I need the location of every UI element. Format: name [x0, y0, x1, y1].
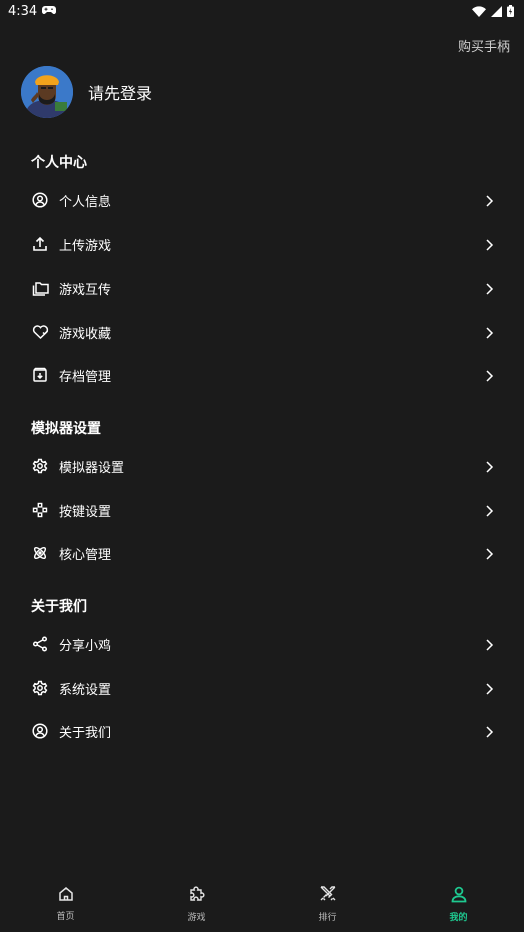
nav-label: 排行	[318, 913, 337, 923]
gamepad-status-icon	[42, 4, 57, 19]
chevron-right-icon	[484, 681, 494, 695]
menu-item-key-settings[interactable]: 按键设置	[0, 488, 524, 532]
chevron-right-icon	[484, 193, 494, 207]
section-title-about-us: 关于我们	[31, 599, 87, 615]
menu-item-label: 按键设置	[59, 504, 112, 520]
chevron-right-icon	[484, 281, 494, 295]
gamepad-keys-icon	[31, 501, 49, 519]
chevron-right-icon	[484, 503, 494, 517]
nav-tab-games[interactable]: 游戏	[157, 885, 237, 923]
status-bar: 4:34	[0, 0, 524, 22]
login-prompt[interactable]: 请先登录	[88, 80, 152, 104]
person-icon	[450, 885, 468, 907]
menu-item-system-settings[interactable]: 系统设置	[0, 666, 524, 710]
user-circle-icon	[31, 722, 49, 740]
menu-item-label: 游戏互传	[59, 282, 112, 298]
menu-item-label: 存档管理	[59, 369, 112, 385]
menu-item-game-transfer[interactable]: 游戏互传	[0, 266, 524, 310]
status-time: 4:34	[8, 3, 38, 19]
menu-item-about-us[interactable]: 关于我们	[0, 709, 524, 753]
chevron-right-icon	[484, 546, 494, 560]
battery-icon	[507, 5, 514, 17]
nav-label: 首页	[56, 912, 75, 922]
menu-item-personal-info[interactable]: 个人信息	[0, 178, 524, 222]
menu-item-game-favorites[interactable]: 游戏收藏	[0, 310, 524, 354]
atom-icon	[31, 544, 49, 562]
profile-header[interactable]: 请先登录	[21, 66, 152, 118]
menu-item-share[interactable]: 分享小鸡	[0, 622, 524, 666]
menu-item-label: 个人信息	[59, 194, 112, 210]
menu-item-label: 系统设置	[59, 682, 112, 698]
gear-icon	[31, 679, 49, 697]
nav-label: 我的	[449, 913, 468, 923]
home-icon	[58, 886, 74, 906]
section-title-emulator-settings: 模拟器设置	[31, 421, 101, 437]
nav-tab-ranking[interactable]: 排行	[288, 885, 368, 923]
menu-item-label: 关于我们	[59, 725, 112, 741]
menu-item-label: 模拟器设置	[59, 460, 125, 476]
menu-item-label: 游戏收藏	[59, 326, 112, 342]
heart-icon	[31, 323, 49, 341]
menu-item-label: 上传游戏	[59, 238, 112, 254]
share-icon	[31, 635, 49, 653]
nav-tab-mine[interactable]: 我的	[419, 885, 499, 923]
section-title-personal-center: 个人中心	[31, 155, 87, 171]
chevron-right-icon	[484, 724, 494, 738]
gear-icon	[31, 457, 49, 475]
bottom-nav: 首页 游戏 排行 我的	[0, 876, 524, 932]
chevron-right-icon	[484, 237, 494, 251]
chevron-right-icon	[484, 637, 494, 651]
chevron-right-icon	[484, 368, 494, 382]
avatar[interactable]	[21, 66, 73, 118]
archive-icon	[31, 366, 49, 384]
swords-icon	[319, 885, 337, 907]
puzzle-icon	[188, 885, 206, 907]
menu-item-label: 核心管理	[59, 547, 112, 563]
menu-item-upload-game[interactable]: 上传游戏	[0, 222, 524, 266]
user-circle-icon	[31, 191, 49, 209]
signal-icon	[491, 5, 502, 17]
nav-label: 游戏	[187, 913, 206, 923]
home-indicator	[50, 928, 524, 932]
menu-item-save-management[interactable]: 存档管理	[0, 353, 524, 397]
folders-icon	[31, 279, 49, 297]
wifi-icon	[472, 5, 486, 17]
upload-icon	[31, 235, 49, 253]
nav-tab-home[interactable]: 首页	[26, 886, 106, 922]
menu-item-emulator-settings[interactable]: 模拟器设置	[0, 444, 524, 488]
menu-item-label: 分享小鸡	[59, 638, 112, 654]
menu-item-core-management[interactable]: 核心管理	[0, 531, 524, 575]
buy-controller-link[interactable]: 购买手柄	[458, 36, 510, 55]
chevron-right-icon	[484, 459, 494, 473]
chevron-right-icon	[484, 325, 494, 339]
